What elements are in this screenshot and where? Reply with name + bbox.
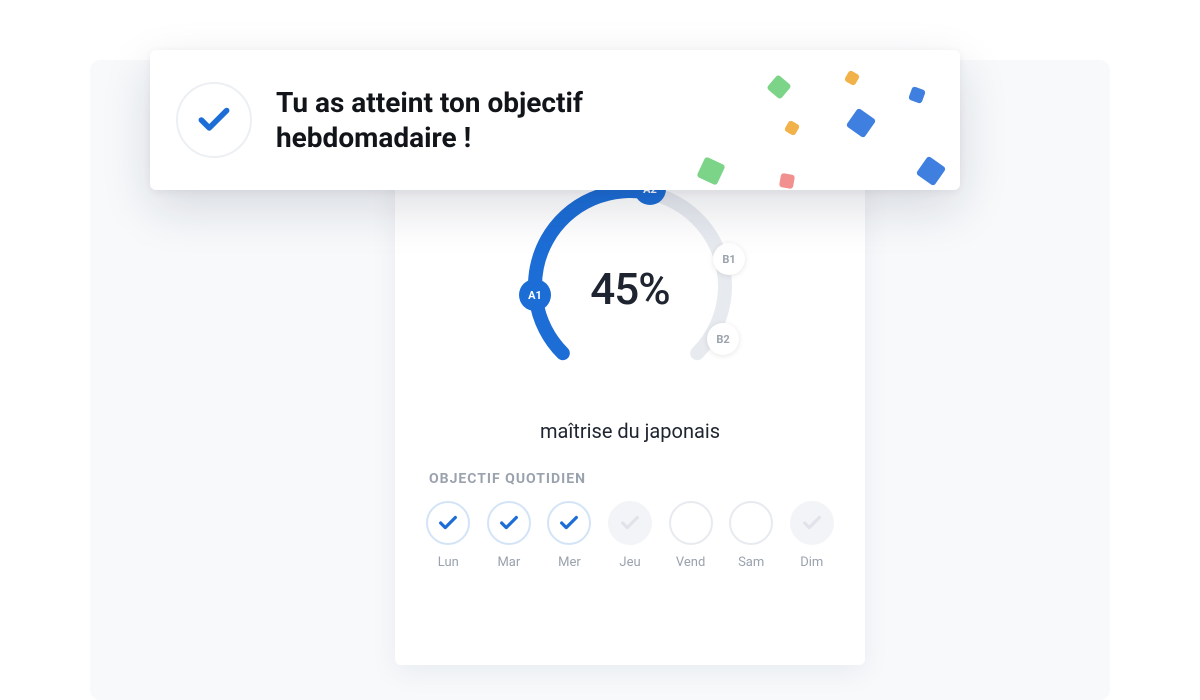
confetti-icon <box>846 108 877 139</box>
level-a1-badge: A1 <box>519 279 551 311</box>
day-sat[interactable]: Sam <box>728 501 775 570</box>
mastery-label: maîtrise du japonais <box>425 419 835 443</box>
empty-circle-icon <box>669 501 713 545</box>
level-b2-badge: B2 <box>707 323 739 355</box>
day-mon[interactable]: Lun <box>425 501 472 570</box>
confetti-icon <box>784 120 800 136</box>
day-label: Sam <box>738 555 764 570</box>
day-label: Mer <box>558 555 581 570</box>
day-sun[interactable]: Dim <box>788 501 835 570</box>
day-label: Mar <box>497 555 520 570</box>
confetti-icon <box>779 173 795 189</box>
check-icon <box>426 501 470 545</box>
check-icon <box>547 501 591 545</box>
level-b1-badge: B1 <box>713 243 745 275</box>
day-wed[interactable]: Mer <box>546 501 593 570</box>
day-label: Vend <box>676 555 705 570</box>
confetti-icon <box>766 74 791 99</box>
day-label: Dim <box>800 555 823 570</box>
goal-reached-banner: Tu as atteint ton objectif hebdomadaire … <box>150 50 960 190</box>
empty-circle-icon <box>729 501 773 545</box>
day-tue[interactable]: Mar <box>486 501 533 570</box>
check-icon <box>176 82 252 158</box>
progress-card: 45% A1 A2 B1 B2 maîtrise du japonais OBJ… <box>395 145 865 665</box>
check-icon <box>487 501 531 545</box>
confetti-icon <box>916 156 947 187</box>
daily-goal-title: OBJECTIF QUOTIDIEN <box>429 471 835 487</box>
confetti-icon <box>696 156 725 185</box>
day-label: Lun <box>438 555 459 570</box>
check-icon <box>608 501 652 545</box>
confetti-icon <box>908 86 926 104</box>
mastery-gauge: 45% A1 A2 B1 B2 <box>515 171 745 401</box>
day-fri[interactable]: Vend <box>667 501 714 570</box>
confetti-icon <box>844 70 860 86</box>
daily-goal-row: Lun Mar Mer Jeu Vend Sam <box>425 501 835 570</box>
day-thu[interactable]: Jeu <box>607 501 654 570</box>
banner-title: Tu as atteint ton objectif hebdomadaire … <box>276 85 656 155</box>
check-icon <box>790 501 834 545</box>
day-label: Jeu <box>619 555 640 570</box>
